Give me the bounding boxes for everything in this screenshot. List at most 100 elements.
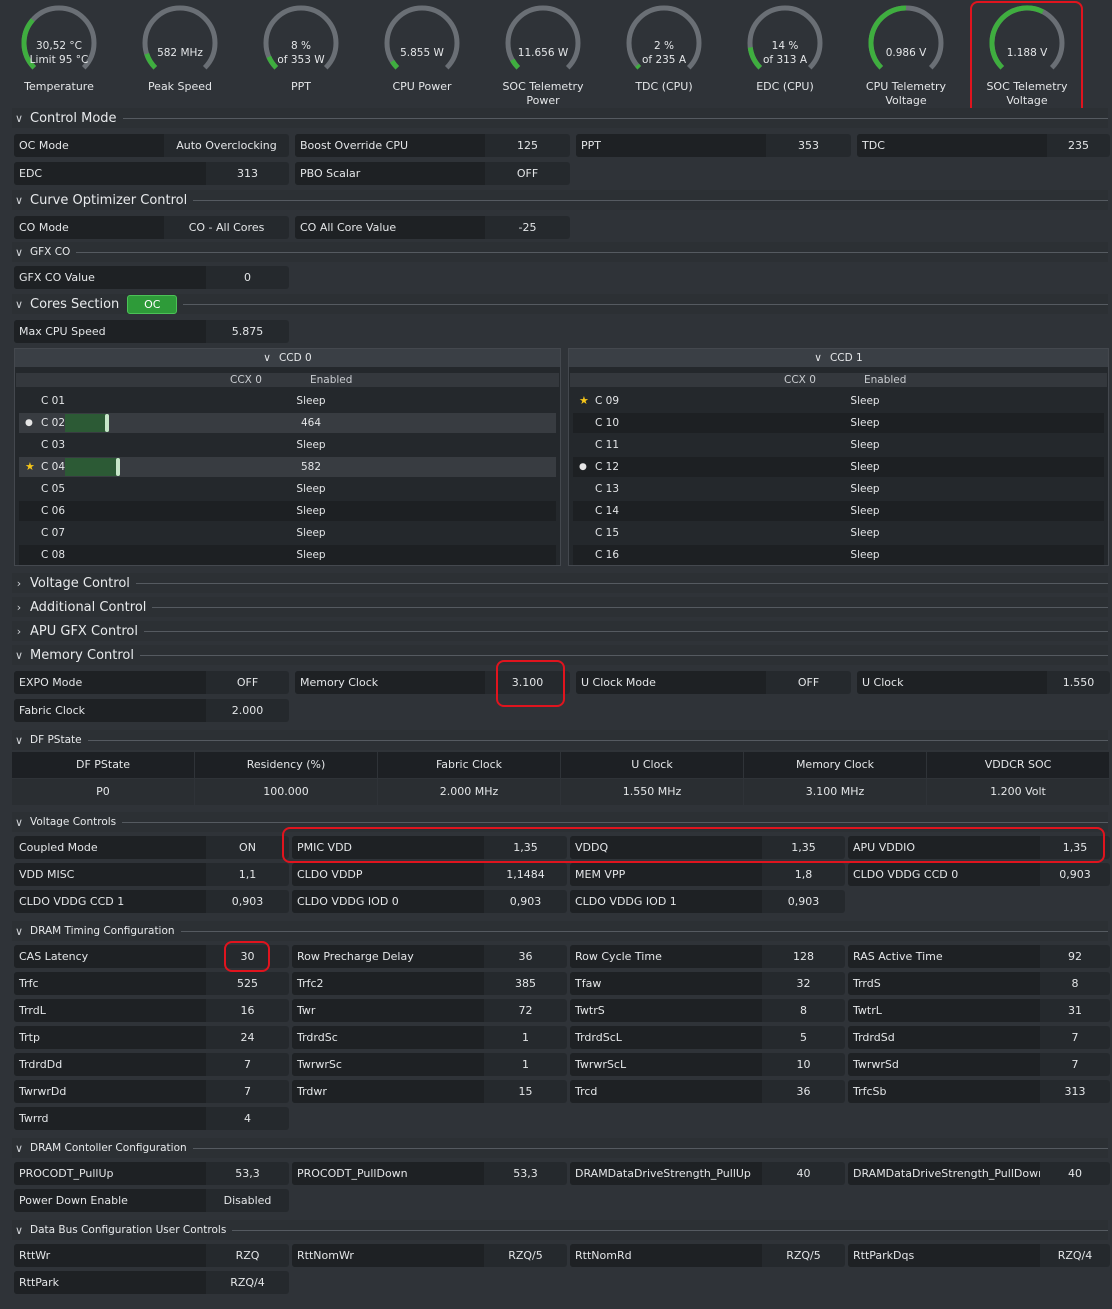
field-value[interactable]: 16 — [206, 999, 289, 1022]
section-apu_gfx[interactable]: › APU GFX Control — [12, 621, 1108, 641]
field-timing-6[interactable]: Tfaw 32 — [570, 972, 845, 995]
field-value[interactable]: 8 — [762, 999, 845, 1022]
section-gfx_co[interactable]: ∨ GFX CO — [12, 242, 1108, 262]
field-value[interactable]: OFF — [206, 671, 289, 694]
chevron-down-icon[interactable]: ∨ — [12, 246, 26, 259]
core-row[interactable]: C 11 Sleep — [573, 435, 1104, 455]
field-value[interactable]: 7 — [206, 1053, 289, 1076]
field-value[interactable]: 1 — [484, 1053, 567, 1076]
field-value[interactable]: 92 — [1040, 945, 1110, 968]
core-row[interactable]: C 06 Sleep — [19, 501, 556, 521]
chevron-down-icon[interactable]: ∨ — [263, 352, 271, 364]
field-oc-mode[interactable]: OC Mode Auto Overclocking — [14, 134, 289, 157]
field-value[interactable]: 0 — [206, 266, 289, 289]
field-timing-18[interactable]: TwrwrScL 10 — [570, 1053, 845, 1076]
field-value[interactable]: Auto Overclocking — [164, 134, 289, 157]
chevron-down-icon[interactable]: ∨ — [814, 352, 822, 364]
field-max-cpu-speed[interactable]: Max CPU Speed 5.875 — [14, 320, 289, 343]
field-uclock[interactable]: U Clock 1.550 — [857, 671, 1110, 694]
section-curve_opt[interactable]: ∨ Curve Optimizer Control — [12, 190, 1108, 210]
field-data-bus-2[interactable]: RttNomRd RZQ/5 — [570, 1244, 845, 1267]
field-value[interactable]: 353 — [766, 134, 851, 157]
chevron-right-icon[interactable]: › — [12, 577, 26, 590]
field-edc[interactable]: EDC 313 — [14, 162, 289, 185]
field-fabric-clock[interactable]: Fabric Clock 2.000 — [14, 699, 289, 722]
core-row[interactable]: C 10 Sleep — [573, 413, 1104, 433]
field-value[interactable]: ON — [206, 836, 289, 859]
field-value[interactable]: 10 — [762, 1053, 845, 1076]
chevron-down-icon[interactable]: ∨ — [12, 298, 26, 311]
field-value[interactable]: 72 — [484, 999, 567, 1022]
core-row[interactable]: C 01 Sleep — [19, 391, 556, 411]
ccd0-header[interactable]: ∨ CCD 0 — [15, 349, 560, 367]
field-timing-2[interactable]: Row Cycle Time 128 — [570, 945, 845, 968]
field-value[interactable]: 32 — [762, 972, 845, 995]
field-timing-15[interactable]: TrdrdSd 7 — [848, 1026, 1110, 1049]
field-value[interactable]: 36 — [762, 1080, 845, 1103]
field-voltage-8[interactable]: CLDO VDDG CCD 1 0,903 — [14, 890, 289, 913]
field-ppt[interactable]: PPT 353 — [576, 134, 851, 157]
field-value[interactable]: -25 — [485, 216, 570, 239]
field-value[interactable]: 7 — [1040, 1026, 1110, 1049]
field-value[interactable]: RZQ/5 — [762, 1244, 845, 1267]
field-value[interactable]: 1 — [484, 1026, 567, 1049]
field-gfx-co[interactable]: GFX CO Value 0 — [14, 266, 289, 289]
field-voltage-9[interactable]: CLDO VDDG IOD 0 0,903 — [292, 890, 567, 913]
field-timing-12[interactable]: Trtp 24 — [14, 1026, 289, 1049]
field-dram-ctrl-4[interactable]: Power Down Enable Disabled — [14, 1189, 289, 1212]
section-control_mode[interactable]: ∨ Control Mode — [12, 108, 1108, 128]
field-value[interactable]: 8 — [1040, 972, 1110, 995]
field-value[interactable]: RZQ/5 — [484, 1244, 567, 1267]
chevron-down-icon[interactable]: ∨ — [12, 734, 26, 747]
core-row[interactable]: ★ C 09 Sleep — [573, 391, 1104, 411]
field-dram-ctrl-0[interactable]: PROCODT_PullUp 53,3 — [14, 1162, 289, 1185]
chevron-down-icon[interactable]: ∨ — [12, 816, 26, 829]
field-value[interactable]: 7 — [206, 1080, 289, 1103]
field-timing-17[interactable]: TwrwrSc 1 — [292, 1053, 567, 1076]
field-value[interactable]: 53,3 — [206, 1162, 289, 1185]
field-voltage-5[interactable]: CLDO VDDP 1,1484 — [292, 863, 567, 886]
chevron-down-icon[interactable]: ∨ — [12, 1224, 26, 1237]
field-value[interactable]: 2.000 — [206, 699, 289, 722]
section-dram_ctrl[interactable]: ∨ DRAM Contoller Configuration — [12, 1138, 1108, 1158]
field-value[interactable]: 125 — [485, 134, 570, 157]
field-timing-8[interactable]: TrrdL 16 — [14, 999, 289, 1022]
core-row[interactable]: ★ C 04 582 — [19, 457, 556, 477]
field-timing-7[interactable]: TrrdS 8 — [848, 972, 1110, 995]
core-row[interactable]: C 07 Sleep — [19, 523, 556, 543]
field-data-bus-4[interactable]: RttPark RZQ/4 — [14, 1271, 289, 1294]
field-timing-19[interactable]: TwrwrSd 7 — [848, 1053, 1110, 1076]
chevron-down-icon[interactable]: ∨ — [12, 112, 26, 125]
field-value[interactable]: 1.550 — [1047, 671, 1110, 694]
field-timing-21[interactable]: Trdwr 15 — [292, 1080, 567, 1103]
core-row[interactable]: C 13 Sleep — [573, 479, 1104, 499]
field-co-all-core[interactable]: CO All Core Value -25 — [295, 216, 570, 239]
chevron-right-icon[interactable]: › — [12, 601, 26, 614]
core-row[interactable]: C 15 Sleep — [573, 523, 1104, 543]
section-voltage_control[interactable]: › Voltage Control — [12, 573, 1108, 593]
field-uclock-mode[interactable]: U Clock Mode OFF — [576, 671, 851, 694]
section-df_pstate[interactable]: ∨ DF PState — [12, 730, 1108, 750]
field-value[interactable]: 15 — [484, 1080, 567, 1103]
field-value[interactable]: OFF — [485, 162, 570, 185]
field-value[interactable]: 4 — [206, 1107, 289, 1130]
field-boost-override[interactable]: Boost Override CPU 125 — [295, 134, 570, 157]
field-voltage-6[interactable]: MEM VPP 1,8 — [570, 863, 845, 886]
field-timing-11[interactable]: TwtrL 31 — [848, 999, 1110, 1022]
field-timing-23[interactable]: TrfcSb 313 — [848, 1080, 1110, 1103]
chevron-down-icon[interactable]: ∨ — [12, 1142, 26, 1155]
field-dram-ctrl-1[interactable]: PROCODT_PullDown 53,3 — [292, 1162, 567, 1185]
field-pbo-scalar[interactable]: PBO Scalar OFF — [295, 162, 570, 185]
field-value[interactable]: 24 — [206, 1026, 289, 1049]
field-co-mode[interactable]: CO Mode CO - All Cores — [14, 216, 289, 239]
field-timing-10[interactable]: TwtrS 8 — [570, 999, 845, 1022]
field-data-bus-1[interactable]: RttNomWr RZQ/5 — [292, 1244, 567, 1267]
core-row[interactable]: ● C 02 464 — [19, 413, 556, 433]
field-value[interactable]: 313 — [206, 162, 289, 185]
field-value[interactable]: 385 — [484, 972, 567, 995]
field-value[interactable]: 40 — [1040, 1162, 1110, 1185]
ccd1-header[interactable]: ∨ CCD 1 — [569, 349, 1108, 367]
field-value[interactable]: 5.875 — [206, 320, 289, 343]
section-dram_timing[interactable]: ∨ DRAM Timing Configuration — [12, 921, 1108, 941]
field-value[interactable]: CO - All Cores — [164, 216, 289, 239]
